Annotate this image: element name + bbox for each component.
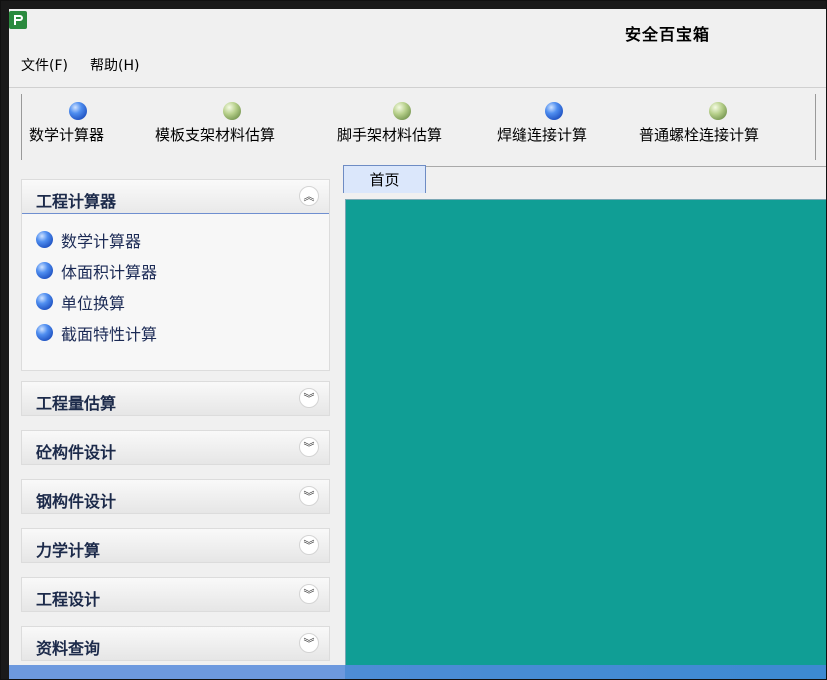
- blue-ball-icon: [36, 324, 53, 341]
- main-window: 安全百宝箱 文件(F) 帮助(H) 数学计算器 模板支架材料估算 脚手架材料估算…: [0, 0, 827, 680]
- blue-ball-icon: [36, 262, 53, 279]
- sidebar-item-unit-conversion[interactable]: 单位换算: [36, 286, 329, 317]
- sidebar-item-label: 数学计算器: [61, 231, 142, 251]
- chevron-down-icon[interactable]: ︾: [299, 388, 319, 408]
- tab-home[interactable]: 首页: [343, 165, 426, 193]
- toolbar-button-weld-calculation[interactable]: 焊缝连接计算: [497, 102, 587, 145]
- sidebar-item-math-calculator[interactable]: 数学计算器: [36, 224, 329, 255]
- toolbar-separator: [21, 94, 22, 160]
- blue-ball-icon: [36, 293, 53, 310]
- green-ball-icon: [393, 102, 411, 120]
- window-client: 安全百宝箱 文件(F) 帮助(H) 数学计算器 模板支架材料估算 脚手架材料估算…: [9, 9, 826, 679]
- blue-ball-icon: [545, 102, 563, 120]
- toolbar-button-bolt-calculation[interactable]: 普通螺栓连接计算: [639, 102, 759, 145]
- sidebar-group-header[interactable]: 工程计算器 ︽: [22, 180, 329, 214]
- status-strip-left: [9, 665, 345, 679]
- sidebar-group-quantity-estimate[interactable]: 工程量估算 ︾: [21, 381, 330, 416]
- window-title: 安全百宝箱: [625, 25, 711, 44]
- sidebar-item-section-properties[interactable]: 截面特性计算: [36, 317, 329, 348]
- sidebar-group-title: 工程量估算: [36, 394, 117, 413]
- chevron-up-icon[interactable]: ︽: [299, 186, 319, 206]
- blue-ball-icon: [69, 102, 87, 120]
- sidebar-group-title: 工程设计: [36, 590, 101, 609]
- sidebar-item-volume-area-calculator[interactable]: 体面积计算器: [36, 255, 329, 286]
- menu-file[interactable]: 文件(F): [21, 55, 68, 77]
- menu-help[interactable]: 帮助(H): [90, 55, 139, 77]
- sidebar-group-concrete-design[interactable]: 砼构件设计 ︾: [21, 430, 330, 465]
- main-content-area: [345, 199, 826, 679]
- sidebar-group-mechanics[interactable]: 力学计算 ︾: [21, 528, 330, 563]
- chevron-down-icon[interactable]: ︾: [299, 535, 319, 555]
- toolbar-button-math-calculator[interactable]: 数学计算器: [29, 102, 104, 145]
- toolbar-button-scaffold-estimate[interactable]: 脚手架材料估算: [337, 102, 442, 145]
- title-bar[interactable]: 安全百宝箱: [9, 9, 826, 49]
- toolbar-button-label: 模板支架材料估算: [155, 126, 276, 144]
- blue-ball-icon: [36, 231, 53, 248]
- sidebar-item-label: 体面积计算器: [61, 262, 158, 282]
- sidebar-item-list: 数学计算器 体面积计算器 单位换算 截面特性计算: [22, 214, 329, 348]
- green-ball-icon: [223, 102, 241, 120]
- toolbar-button-label: 脚手架材料估算: [337, 126, 443, 144]
- toolbar-separator: [815, 94, 816, 160]
- sidebar-group-title: 力学计算: [36, 541, 101, 560]
- sidebar-group-engineering-design[interactable]: 工程设计 ︾: [21, 577, 330, 612]
- chevron-down-icon[interactable]: ︾: [299, 633, 319, 653]
- sidebar-group-title: 工程计算器: [36, 192, 117, 211]
- sidebar-group-title: 砼构件设计: [36, 443, 117, 462]
- sidebar-group-title: 钢构件设计: [36, 492, 117, 511]
- toolbar-button-label: 普通螺栓连接计算: [639, 126, 760, 144]
- green-ball-icon: [709, 102, 727, 120]
- toolbar-button-label: 数学计算器: [29, 126, 105, 144]
- sidebar-group-engineering-calculator: 工程计算器 ︽ 数学计算器 体面积计算器 单位换算 截面特性计算: [21, 179, 330, 371]
- sidebar: 工程计算器 ︽ 数学计算器 体面积计算器 单位换算 截面特性计算 工程量估算 ︾…: [9, 165, 344, 679]
- toolbar-button-formwork-estimate[interactable]: 模板支架材料估算: [155, 102, 275, 145]
- toolbar-button-label: 焊缝连接计算: [497, 126, 588, 144]
- menu-bar: 文件(F) 帮助(H): [21, 55, 139, 77]
- sidebar-item-label: 截面特性计算: [61, 324, 158, 344]
- chevron-down-icon[interactable]: ︾: [299, 486, 319, 506]
- sidebar-group-steel-design[interactable]: 钢构件设计 ︾: [21, 479, 330, 514]
- chevron-down-icon[interactable]: ︾: [299, 584, 319, 604]
- chevron-down-icon[interactable]: ︾: [299, 437, 319, 457]
- toolbar: 数学计算器 模板支架材料估算 脚手架材料估算 焊缝连接计算 普通螺栓连接计算: [9, 87, 826, 167]
- app-icon: [9, 11, 27, 29]
- sidebar-group-title: 资料查询: [36, 639, 101, 658]
- sidebar-group-reference-lookup[interactable]: 资料查询 ︾: [21, 626, 330, 661]
- sidebar-item-label: 单位换算: [61, 293, 126, 313]
